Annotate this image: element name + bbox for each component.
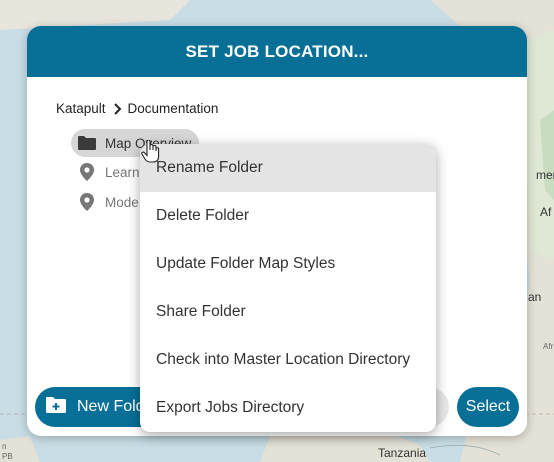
menu-item-share-folder[interactable]: Share Folder: [140, 288, 436, 336]
tree-item-learn[interactable]: Learn: [71, 158, 148, 186]
menu-item-rename-folder[interactable]: Rename Folder: [140, 144, 436, 192]
breadcrumb: Katapult Documentation: [56, 101, 218, 116]
dialog-title: SET JOB LOCATION...: [185, 41, 369, 61]
map-label-tanzania: Tanzania: [378, 446, 427, 460]
menu-item-delete-folder[interactable]: Delete Folder: [140, 192, 436, 240]
new-folder-label: New Fold: [77, 398, 145, 415]
map-label-small-2: PB: [2, 452, 13, 461]
map-label-afr: Afr: [543, 342, 554, 351]
tree-item-label: Learn: [105, 164, 140, 180]
dialog-header: SET JOB LOCATION...: [27, 26, 527, 77]
select-button[interactable]: Select: [457, 387, 519, 427]
select-label: Select: [465, 398, 511, 415]
location-pin-icon: [77, 193, 97, 211]
chevron-right-icon: [110, 102, 124, 116]
menu-item-check-into-master-location-directory[interactable]: Check into Master Location Directory: [140, 336, 436, 384]
map-label-men: men: [536, 168, 554, 182]
folder-icon: [77, 134, 97, 152]
map-label-an: an: [528, 290, 542, 304]
hand-cursor-icon: [141, 139, 161, 166]
folder-context-menu: Rename Folder Delete Folder Update Folde…: [140, 144, 436, 432]
tree-item-label: Mode: [105, 194, 139, 210]
breadcrumb-current[interactable]: Documentation: [128, 101, 219, 116]
map-label-small: n: [2, 442, 7, 451]
new-folder-icon: [45, 396, 67, 419]
map-label-af: Af: [540, 205, 552, 219]
breadcrumb-root[interactable]: Katapult: [56, 101, 106, 116]
location-pin-icon: [77, 163, 97, 181]
tree-item-mode[interactable]: Mode: [71, 188, 147, 216]
menu-item-update-folder-map-styles[interactable]: Update Folder Map Styles: [140, 240, 436, 288]
menu-item-export-jobs-directory[interactable]: Export Jobs Directory: [140, 384, 436, 432]
